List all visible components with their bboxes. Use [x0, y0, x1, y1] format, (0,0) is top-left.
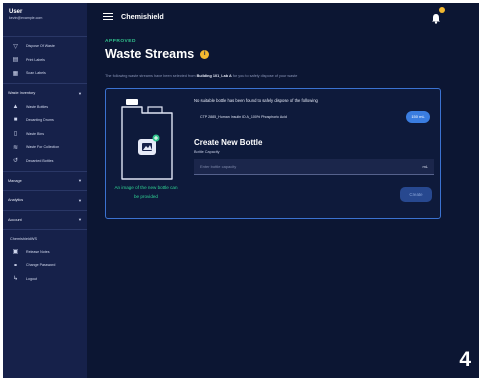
subtitle-text: The following waste streams have been se… — [105, 74, 196, 78]
waste-item-row: CTP 2885_Human Insulin ID A_100% Phospho… — [194, 111, 430, 123]
key-icon: ⚭ — [12, 262, 19, 269]
divider — [3, 83, 87, 84]
printer-icon: ▤ — [12, 57, 19, 64]
sidebar-item-label: Dispose Of Waste — [26, 44, 55, 49]
subtitle-location: Building 101_Lab A — [196, 74, 232, 78]
section-label: Account — [8, 217, 22, 222]
capacity-field: mL — [194, 159, 434, 175]
history-icon: ↺ — [12, 158, 19, 165]
flask-icon: ▲ — [12, 103, 19, 110]
sidebar-item-dispose-of-waste[interactable]: ▽ Dispose Of Waste — [3, 40, 87, 54]
sidebar-item-label: Scan Labels — [26, 71, 46, 76]
sidebar-item-waste-bottles[interactable]: ▲ Waste Bottles — [3, 100, 87, 114]
divider — [3, 229, 87, 230]
page-subtitle: The following waste streams have been se… — [105, 74, 297, 78]
collection-icon: ≋ — [12, 144, 19, 151]
product-name: ChemishieldWS — [10, 236, 38, 241]
unit-label: mL — [422, 164, 428, 169]
image-caption: An image of the new bottle can be provid… — [114, 185, 178, 199]
sidebar-item-label: Change Password — [26, 263, 56, 268]
create-button[interactable]: Create — [400, 187, 432, 202]
section-label: Waste Inventory — [8, 91, 36, 96]
sidebar-item-decanted-bottles[interactable]: ↺ Decanted Bottles — [3, 154, 87, 168]
sidebar-item-label: Waste Bottles — [26, 104, 49, 109]
sidebar-item-label: Release Notes — [26, 249, 50, 254]
chevron-down-icon: ▼ — [78, 217, 82, 223]
info-icon[interactable]: i — [200, 49, 210, 59]
subtitle-text-end: for you to safely dispose of your waste — [232, 74, 298, 78]
sidebar-item-change-password[interactable]: ⚭ Change Password — [3, 258, 87, 272]
notification-bell-icon[interactable] — [431, 7, 445, 24]
sidebar-item-label: Waste Bins — [26, 131, 45, 136]
app-frame: User kevin@example.com ▽ Dispose Of Wast… — [3, 3, 479, 378]
sidebar-item-label: Decanting Drums — [26, 118, 54, 123]
page-title-row: Waste Streams i — [105, 47, 210, 61]
app-title: Chemishield — [121, 12, 164, 21]
divider — [3, 190, 87, 191]
sidebar: User kevin@example.com ▽ Dispose Of Wast… — [3, 3, 87, 378]
sidebar-item-label: Waste For Collection — [26, 145, 60, 150]
sidebar-section-account[interactable]: Account ▼ — [3, 213, 87, 226]
sidebar-item-scan-labels[interactable]: ▦ Scan Labels — [3, 67, 87, 81]
sidebar-item-print-labels[interactable]: ▤ Print Labels — [3, 53, 87, 67]
sidebar-item-waste-for-collection[interactable]: ≋ Waste For Collection — [3, 141, 87, 155]
filter-icon: ▽ — [13, 43, 18, 50]
divider — [3, 36, 87, 37]
sidebar-section-manage[interactable]: Manage ▼ — [3, 174, 87, 187]
bin-icon: ▯ — [13, 131, 18, 138]
status-label: APPROVED — [105, 39, 136, 44]
logout-icon: ↳ — [12, 276, 19, 283]
bottle-illustration[interactable] — [118, 97, 178, 193]
truck-icon: ■ — [13, 117, 18, 124]
sidebar-section-analytics[interactable]: Analytics ▼ — [3, 194, 87, 207]
user-name: User — [9, 9, 23, 15]
user-profile[interactable]: User kevin@example.com — [3, 3, 87, 33]
divider — [3, 170, 87, 172]
notification-badge — [439, 7, 445, 13]
chevron-down-icon: ▼ — [78, 178, 82, 184]
notes-icon: ▣ — [12, 249, 19, 256]
sidebar-item-waste-bins[interactable]: ▯ Waste Bins — [3, 127, 87, 141]
sidebar-item-logout[interactable]: ↳ Logout — [3, 272, 87, 286]
sidebar-item-label: Decanted Bottles — [26, 158, 54, 163]
step-number: 4 — [459, 348, 471, 371]
user-email: kevin@example.com — [9, 16, 43, 20]
sidebar-section-waste-inventory[interactable]: Waste Inventory ▼ — [3, 87, 87, 100]
section-label: Manage — [8, 178, 22, 183]
hamburger-menu-icon[interactable] — [103, 11, 113, 22]
sidebar-item-label: Print Labels — [26, 57, 45, 62]
chevron-down-icon: ▼ — [78, 90, 82, 96]
main-content: APPROVED Waste Streams i The following w… — [87, 30, 479, 378]
create-bottle-title: Create New Bottle — [194, 138, 263, 147]
page-title: Waste Streams — [105, 47, 195, 61]
waste-stream-card: An image of the new bottle can be provid… — [105, 88, 441, 219]
waste-item-label: CTP 2885_Human Insulin ID A_100% Phospho… — [200, 115, 287, 119]
top-bar: Chemishield — [87, 3, 479, 30]
divider — [3, 209, 87, 211]
section-label: Analytics — [8, 198, 24, 203]
volume-badge: 150 mL — [406, 111, 430, 123]
sidebar-item-decanting-drums[interactable]: ■ Decanting Drums — [3, 113, 87, 127]
barcode-icon: ▦ — [12, 70, 19, 77]
chevron-down-icon: ▼ — [78, 197, 82, 203]
sidebar-item-release-notes[interactable]: ▣ Release Notes — [3, 245, 87, 259]
sidebar-item-label: Logout — [26, 276, 37, 281]
capacity-label: Bottle Capacity — [194, 150, 220, 154]
capacity-input[interactable] — [194, 164, 423, 169]
not-found-message: No suitable bottle has been found to saf… — [194, 98, 318, 103]
